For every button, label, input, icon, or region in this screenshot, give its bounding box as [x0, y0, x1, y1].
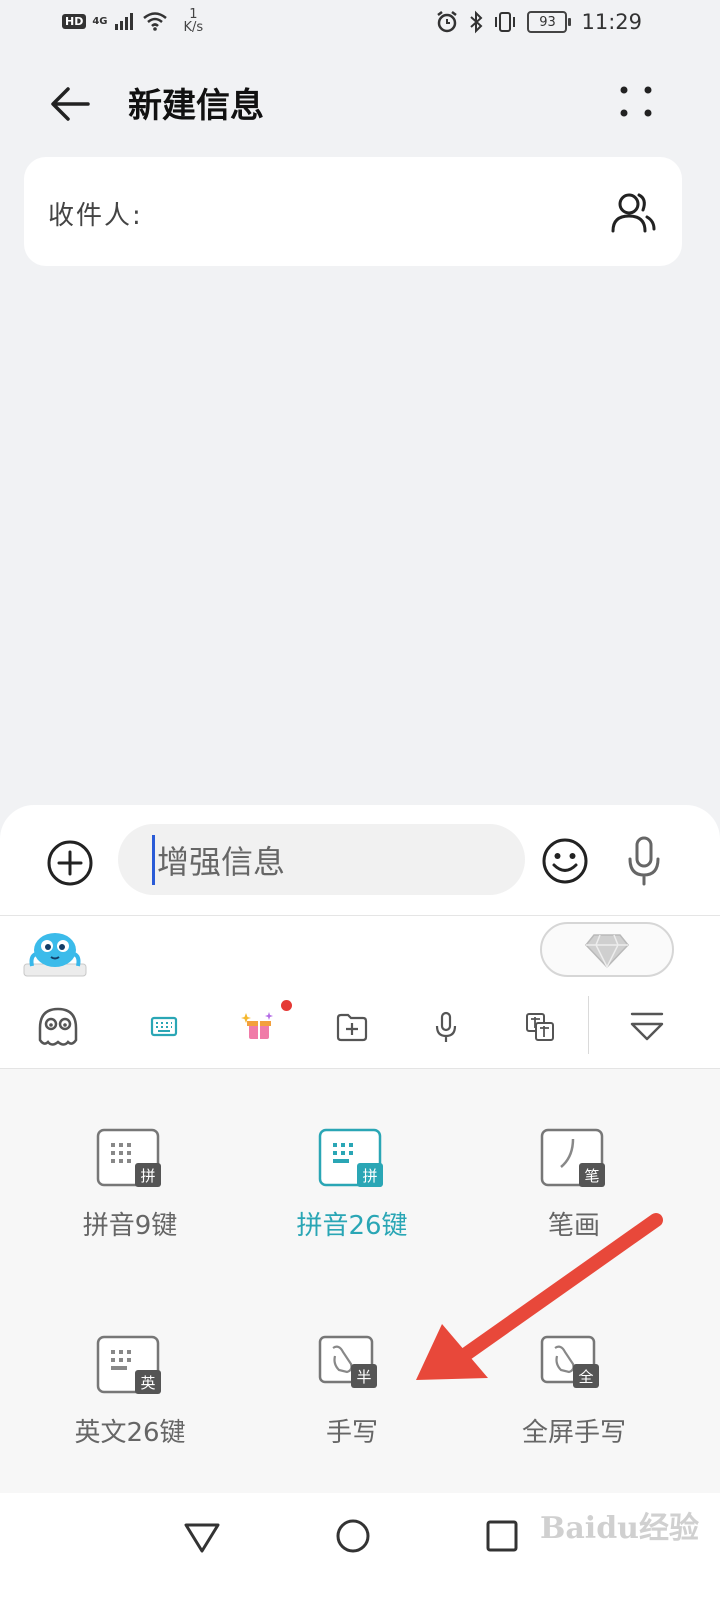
nav-recents-square-icon[interactable]	[479, 1513, 525, 1559]
layout-option-english-26[interactable]: 英 英文26键	[30, 1334, 230, 1449]
message-placeholder: 增强信息	[157, 842, 286, 881]
status-right: 93 11:29	[435, 10, 642, 34]
handwriting-badge: 半	[356, 1368, 371, 1386]
add-attachment-icon[interactable]	[46, 839, 94, 887]
mascot-face-icon[interactable]	[35, 1004, 81, 1050]
recipient-label: 收件人:	[48, 201, 143, 231]
wifi-icon	[142, 12, 167, 31]
layout-label-pinyin-26: 拼音26键	[296, 1211, 408, 1241]
notification-dot	[281, 1000, 292, 1011]
bluetooth-icon	[470, 10, 483, 34]
handwriting-icon: 半	[318, 1335, 377, 1388]
voice-input-icon[interactable]	[423, 1004, 469, 1050]
status-left: HD 4G 1 K/s	[62, 8, 203, 34]
layout-option-stroke[interactable]: 笔 笔画	[474, 1127, 674, 1242]
vip-diamond-button[interactable]	[540, 922, 674, 977]
fullscreen-handwriting-icon: 全	[540, 1335, 599, 1388]
folder-add-icon[interactable]	[329, 1004, 375, 1050]
english-26-icon: 英	[96, 1335, 161, 1394]
composer: 增强信息	[0, 805, 720, 915]
battery: 93	[527, 11, 572, 33]
stroke-input-icon: 笔	[540, 1128, 605, 1187]
battery-level: 93	[527, 11, 568, 33]
layout-label-handwriting: 手写	[325, 1418, 378, 1448]
layout-label-pinyin-9: 拼音9键	[82, 1211, 178, 1241]
network-type: 4G	[92, 15, 108, 27]
status-bar: HD 4G 1 K/s 93 11:29	[0, 0, 720, 50]
stroke-badge: 笔	[584, 1167, 599, 1185]
alarm-icon	[437, 11, 458, 33]
layout-label-stroke: 笔画	[547, 1211, 600, 1241]
pinyin-26-icon: 拼	[318, 1128, 383, 1187]
keyboard-top-bar	[0, 915, 720, 987]
toolbar-divider	[588, 996, 589, 1054]
text-caret	[152, 834, 155, 885]
watermark: Baidu经验	[540, 1511, 699, 1546]
collapse-keyboard-icon[interactable]	[624, 1004, 670, 1050]
page-title: 新建信息	[128, 86, 264, 126]
microphone-icon[interactable]	[624, 835, 664, 887]
battery-tip	[568, 18, 572, 26]
keyboard-toolbar	[0, 986, 720, 1069]
layout-option-handwriting[interactable]: 半 手写	[252, 1334, 452, 1449]
mascot-icon[interactable]	[22, 926, 88, 978]
nav-home-circle-icon[interactable]	[330, 1513, 376, 1559]
emoji-icon[interactable]	[541, 837, 589, 885]
navigation-bar: Baidu经验	[0, 1493, 720, 1600]
recipient-card[interactable]: 收件人:	[24, 157, 682, 266]
layout-option-fullscreen-handwriting[interactable]: 全 全屏手写	[474, 1334, 674, 1449]
diamond-icon	[585, 934, 629, 969]
keyboard-panel: 拼 拼音9键 拼 拼音26键 笔 笔画 英 英文26键 半 手写 全 全屏手写	[0, 915, 720, 1493]
sparkle-gift-icon[interactable]	[235, 1004, 281, 1050]
pinyin-26-badge: 拼	[362, 1167, 377, 1185]
clock: 11:29	[581, 10, 642, 34]
hd-badge: HD	[62, 13, 87, 29]
layout-label-english-26: 英文26键	[74, 1418, 186, 1448]
layout-option-pinyin-26[interactable]: 拼 拼音26键	[252, 1127, 452, 1242]
nav-back-triangle-icon[interactable]	[179, 1513, 225, 1559]
contacts-icon[interactable]	[610, 189, 656, 235]
pinyin-9-badge: 拼	[140, 1167, 155, 1185]
layout-label-fullscreen-handwriting: 全屏手写	[521, 1418, 626, 1448]
layout-option-pinyin-9[interactable]: 拼 拼音9键	[30, 1127, 230, 1242]
keyboard-icon[interactable]	[141, 1004, 187, 1050]
more-options-icon[interactable]	[612, 80, 660, 124]
pinyin-handwrite-icon[interactable]	[517, 1004, 563, 1050]
message-input[interactable]: 增强信息	[118, 824, 525, 895]
fullscreen-handwriting-badge: 全	[578, 1368, 593, 1386]
signal-icon	[114, 13, 133, 30]
vibrate-icon	[495, 12, 516, 32]
speed-unit: K/s	[183, 20, 204, 35]
pinyin-9-icon: 拼	[96, 1128, 161, 1187]
keyboard-layout-grid: 拼 拼音9键 拼 拼音26键 笔 笔画 英 英文26键 半 手写 全 全屏手写	[0, 1070, 720, 1493]
english-26-badge: 英	[140, 1374, 155, 1392]
network-speed: 1 K/s	[184, 8, 204, 34]
back-arrow-icon[interactable]	[46, 80, 94, 128]
